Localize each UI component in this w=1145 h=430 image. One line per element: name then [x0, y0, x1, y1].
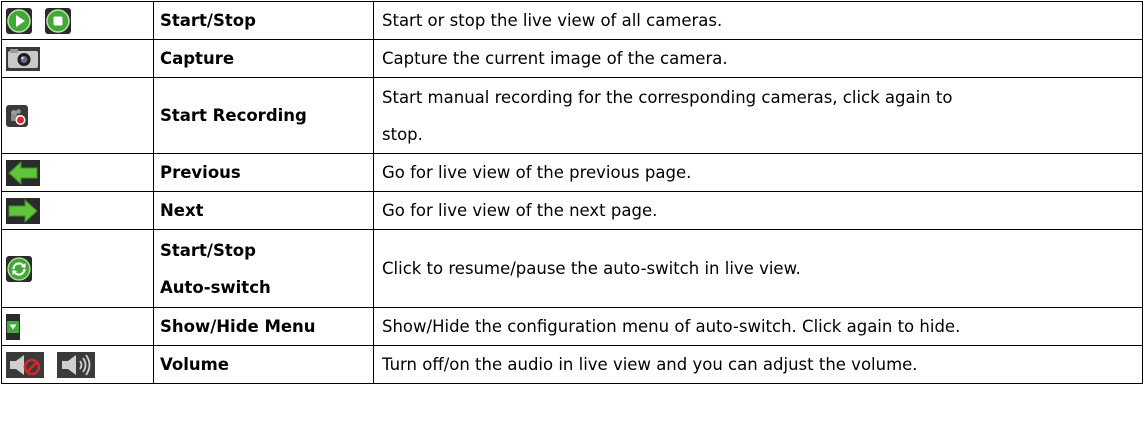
name-line: Start/Stop — [160, 240, 256, 260]
button-name: Next — [153, 191, 374, 230]
button-name: Volume — [153, 345, 374, 384]
table-row: Start/Stop Start or stop the live view o… — [1, 1, 1143, 40]
table-row: Start/Stop Auto-switch Click to resume/p… — [1, 229, 1143, 308]
icon-cell — [1, 153, 154, 192]
mute-icon[interactable] — [6, 351, 44, 378]
table-row: Capture Capture the current image of the… — [1, 39, 1143, 78]
stop-icon[interactable] — [45, 7, 71, 34]
button-name: Show/Hide Menu — [153, 307, 374, 346]
camera-icon[interactable] — [6, 46, 40, 71]
button-name: Previous — [153, 153, 374, 192]
icon-cell — [1, 307, 154, 346]
button-description: Start manual recording for the correspon… — [373, 77, 1143, 154]
play-icon[interactable] — [6, 7, 32, 34]
arrow-right-icon[interactable] — [6, 197, 40, 224]
table-row: Show/Hide Menu Show/Hide the configurati… — [1, 307, 1143, 346]
button-name: Start/Stop Auto-switch — [153, 229, 374, 308]
button-name: Start/Stop — [153, 1, 374, 40]
speaker-icon[interactable] — [57, 351, 95, 378]
icon-cell — [1, 39, 154, 78]
icon-cell — [1, 191, 154, 230]
button-description: Go for live view of the previous page. — [373, 153, 1143, 192]
table-row: Start Recording Start manual recording f… — [1, 77, 1143, 154]
button-description: Go for live view of the next page. — [373, 191, 1143, 230]
button-description: Turn off/on the audio in live view and y… — [373, 345, 1143, 384]
description-line: Start manual recording for the correspon… — [382, 87, 953, 107]
button-description: Click to resume/pause the auto-switch in… — [373, 229, 1143, 308]
table-row: Next Go for live view of the next page. — [1, 191, 1143, 230]
button-description: Start or stop the live view of all camer… — [373, 1, 1143, 40]
button-name: Start Recording — [153, 77, 374, 154]
icon-cell — [1, 229, 154, 308]
description-line: stop. — [382, 124, 423, 144]
icon-cell — [1, 77, 154, 154]
button-name: Capture — [153, 39, 374, 78]
table-row: Volume Turn off/on the audio in live vie… — [1, 345, 1143, 384]
refresh-icon[interactable] — [6, 255, 32, 282]
button-reference-table: Start/Stop Start or stop the live view o… — [1, 1, 1143, 384]
table-row: Previous Go for live view of the previou… — [1, 153, 1143, 192]
icon-cell — [1, 1, 154, 40]
dropdown-icon[interactable] — [6, 313, 20, 340]
button-description: Capture the current image of the camera. — [373, 39, 1143, 78]
record-icon[interactable] — [6, 104, 28, 127]
name-line: Auto-switch — [160, 277, 271, 297]
arrow-left-icon[interactable] — [6, 159, 40, 186]
button-description: Show/Hide the configuration menu of auto… — [373, 307, 1143, 346]
icon-cell — [1, 345, 154, 384]
